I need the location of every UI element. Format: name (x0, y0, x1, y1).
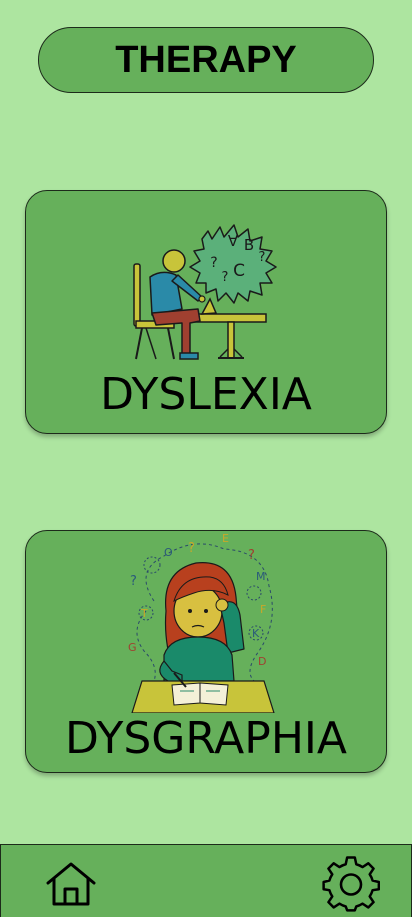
question-mark: ? (259, 250, 266, 265)
letter-f: F (260, 603, 266, 616)
letter-k: K (252, 627, 260, 640)
bottom-nav-bar (0, 844, 412, 917)
letter-d: D (258, 655, 266, 668)
page-title: THERAPY (38, 27, 374, 93)
home-button[interactable] (41, 857, 101, 911)
settings-button[interactable] (321, 856, 381, 912)
dyslexia-card[interactable]: A B C ? ? ? DYSLEXIA (25, 190, 387, 434)
dysgraphia-illustration: O ? E ? ? M T F G K D (128, 532, 275, 713)
letter-o: O (164, 546, 173, 559)
letter-a: A (227, 231, 238, 249)
question-mark: ? (130, 574, 137, 589)
question-mark: ? (248, 548, 255, 563)
letter-g: G (128, 641, 137, 654)
letter-c: C (233, 261, 245, 281)
letter-m: M (256, 570, 266, 583)
dysgraphia-label: DYSGRAPHIA (65, 713, 347, 764)
letter-t: T (140, 607, 148, 620)
question-mark: ? (188, 541, 195, 556)
question-mark: ? (222, 270, 229, 285)
letter-b: B (244, 236, 254, 254)
gear-icon (322, 856, 380, 912)
page-title-text: THERAPY (115, 39, 297, 81)
question-mark: ? (210, 255, 217, 271)
home-icon (46, 862, 96, 906)
dysgraphia-card[interactable]: O ? E ? ? M T F G K D DYSGRAPHIA (25, 530, 387, 773)
dyslexia-illustration: A B C ? ? ? (133, 224, 277, 360)
letter-e: E (222, 532, 229, 545)
dyslexia-label: DYSLEXIA (100, 369, 312, 420)
